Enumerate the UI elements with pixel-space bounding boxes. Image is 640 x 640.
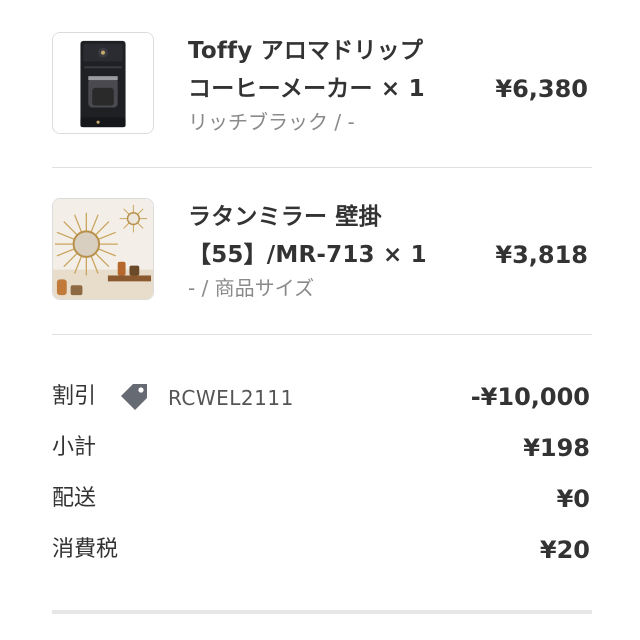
item-variant: リッチブラック / - (188, 110, 355, 134)
subtotal-label: 小計 (52, 435, 97, 460)
rattan-mirror-image (52, 198, 154, 300)
item-name-line2: 【55】/MR-713 × 1 (188, 242, 427, 268)
divider (52, 167, 592, 168)
discount-code: RCWEL2111 (168, 386, 294, 410)
discount-row: 割引 RCWEL2111 -¥10,000 (52, 378, 590, 418)
tax-row: 消費税 ¥20 (52, 531, 590, 571)
cart-item[interactable]: ラタンミラー 壁掛 【55】/MR-713 × 1 - / 商品サイズ ¥3,8… (52, 198, 592, 308)
tax-label: 消費税 (52, 537, 119, 562)
shipping-row: 配送 ¥0 (52, 480, 590, 520)
subtotal-value: ¥198 (523, 434, 590, 462)
item-name-line1: Toffy アロマドリップ (188, 38, 424, 64)
cart-item[interactable]: Toffy アロマドリップ コーヒーメーカー × 1 リッチブラック / - ¥… (52, 32, 592, 142)
item-name-line2: コーヒーメーカー × 1 (188, 76, 425, 102)
tag-icon (121, 384, 147, 410)
shipping-label: 配送 (52, 486, 97, 511)
subtotal-row: 小計 ¥198 (52, 429, 590, 469)
coffee-maker-image (52, 32, 154, 134)
item-price: ¥6,380 (495, 75, 588, 103)
item-name-line1: ラタンミラー 壁掛 (188, 204, 382, 230)
divider (52, 334, 592, 335)
tax-value: ¥20 (539, 536, 590, 564)
divider (52, 610, 592, 614)
discount-label: 割引 (52, 384, 97, 409)
discount-value: -¥10,000 (470, 383, 590, 411)
item-price: ¥3,818 (495, 241, 588, 269)
shipping-value: ¥0 (556, 485, 590, 513)
item-variant: - / 商品サイズ (188, 276, 315, 300)
